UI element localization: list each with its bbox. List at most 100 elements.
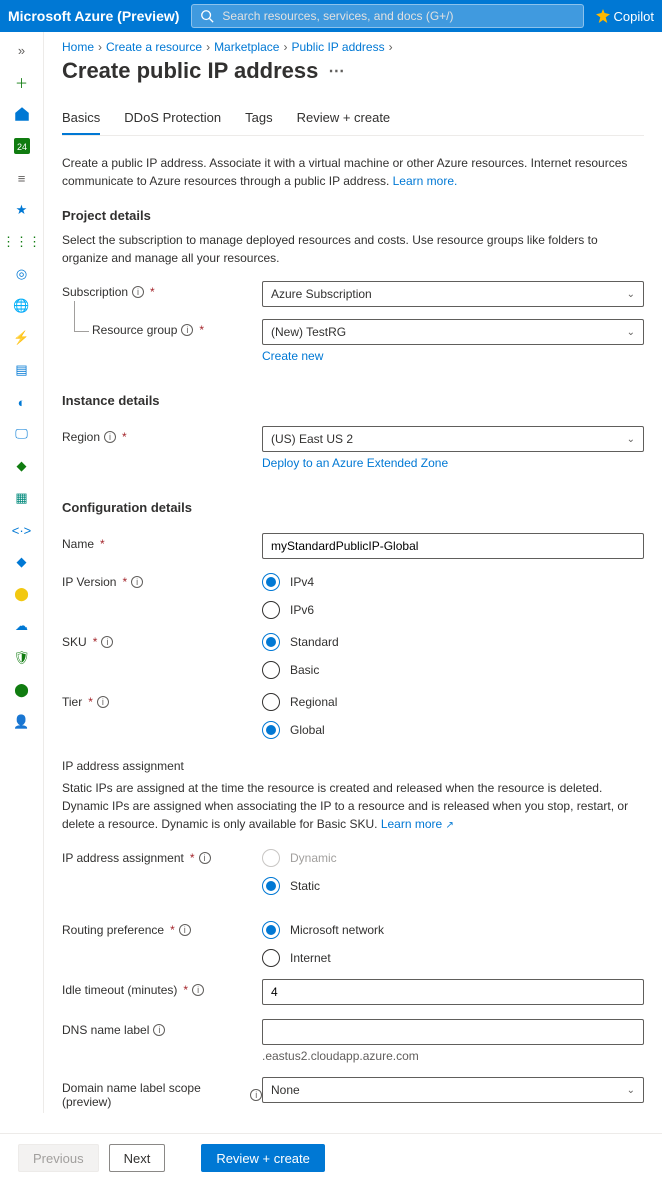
- global-search[interactable]: [191, 4, 583, 28]
- database-icon[interactable]: ◐: [10, 390, 34, 414]
- main-content: Home› Create a resource› Marketplace› Pu…: [44, 32, 662, 1113]
- crumb-publicip[interactable]: Public IP address: [291, 40, 384, 54]
- domain-scope-label: Domain name label scope (preview) i: [62, 1077, 262, 1109]
- next-button[interactable]: Next: [109, 1144, 166, 1172]
- info-icon[interactable]: i: [181, 324, 193, 336]
- star-icon[interactable]: ★: [10, 198, 34, 222]
- info-icon[interactable]: i: [131, 576, 143, 588]
- tab-review[interactable]: Review + create: [297, 102, 391, 135]
- tab-basics[interactable]: Basics: [62, 102, 100, 135]
- extended-zone-link[interactable]: Deploy to an Azure Extended Zone: [262, 456, 448, 470]
- info-icon[interactable]: i: [97, 696, 109, 708]
- chevron-down-icon: ⌄: [627, 434, 635, 445]
- info-icon[interactable]: i: [153, 1024, 165, 1036]
- radio-icon: [262, 949, 280, 967]
- routing-microsoft-option[interactable]: Microsoft network: [262, 921, 644, 939]
- name-input[interactable]: [271, 539, 635, 553]
- external-link-icon: ↗: [446, 820, 454, 831]
- apps-icon[interactable]: ⋮⋮⋮: [10, 230, 34, 254]
- idle-timeout-input[interactable]: [271, 985, 635, 999]
- info-icon[interactable]: i: [250, 1089, 262, 1101]
- sku-basic-option[interactable]: Basic: [262, 661, 644, 679]
- resource-group-label: Resource group i *: [62, 319, 262, 337]
- defender-icon[interactable]: ⬤: [10, 678, 34, 702]
- user-icon[interactable]: 👤: [10, 710, 34, 734]
- tier-regional-option[interactable]: Regional: [262, 693, 644, 711]
- topbar: Microsoft Azure (Preview) Copilot: [0, 0, 662, 32]
- chevron-down-icon: ⌄: [627, 327, 635, 338]
- crumb-home[interactable]: Home: [62, 40, 94, 54]
- info-icon[interactable]: i: [192, 984, 204, 996]
- review-create-button[interactable]: Review + create: [201, 1144, 325, 1172]
- home-icon[interactable]: [10, 102, 34, 126]
- info-icon[interactable]: i: [132, 286, 144, 298]
- target-icon[interactable]: ◎: [10, 262, 34, 286]
- list-icon[interactable]: ≡: [10, 166, 34, 190]
- crumb-marketplace[interactable]: Marketplace: [214, 40, 279, 54]
- ip-version-label: IP Version* i: [62, 571, 262, 589]
- page-title: Create public IP address ⋯: [62, 58, 644, 84]
- ip-assignment-label: IP address assignment* i: [62, 847, 262, 865]
- copilot-button[interactable]: Copilot: [596, 9, 654, 24]
- add-icon[interactable]: ＋: [10, 70, 34, 94]
- dashboard-icon[interactable]: 24: [10, 134, 34, 158]
- code-icon[interactable]: <·>: [10, 518, 34, 542]
- alert-icon[interactable]: ⬤: [10, 582, 34, 606]
- chevron-down-icon: ⌄: [627, 289, 635, 300]
- dns-label: DNS name label i: [62, 1019, 262, 1037]
- ipv6-option[interactable]: IPv6: [262, 601, 644, 619]
- sku-standard-option[interactable]: Standard: [262, 633, 644, 651]
- crumb-create[interactable]: Create a resource: [106, 40, 202, 54]
- docs-icon[interactable]: ◆: [10, 550, 34, 574]
- project-details-sub: Select the subscription to manage deploy…: [62, 231, 644, 267]
- info-icon[interactable]: i: [179, 924, 191, 936]
- more-icon[interactable]: ⋯: [328, 61, 344, 81]
- intro-text: Create a public IP address. Associate it…: [62, 154, 644, 190]
- assignment-static-option[interactable]: Static: [262, 877, 644, 895]
- dns-suffix: .eastus2.cloudapp.azure.com: [262, 1049, 644, 1063]
- create-new-rg-link[interactable]: Create new: [262, 349, 323, 363]
- radio-icon: [262, 877, 280, 895]
- search-input[interactable]: [222, 9, 574, 23]
- domain-scope-select[interactable]: None ⌄: [262, 1077, 644, 1103]
- tab-ddos[interactable]: DDoS Protection: [124, 102, 221, 135]
- wizard-footer: Previous Next Review + create: [0, 1133, 662, 1182]
- info-icon[interactable]: i: [104, 431, 116, 443]
- functions-icon[interactable]: ⚡: [10, 326, 34, 350]
- info-icon[interactable]: i: [199, 852, 211, 864]
- radio-icon: [262, 573, 280, 591]
- routing-internet-option[interactable]: Internet: [262, 949, 644, 967]
- tab-tags[interactable]: Tags: [245, 102, 272, 135]
- assignment-learn-more-link[interactable]: Learn more ↗: [381, 817, 454, 831]
- radio-icon: [262, 633, 280, 651]
- tier-label: Tier* i: [62, 691, 262, 709]
- breadcrumb: Home› Create a resource› Marketplace› Pu…: [62, 40, 644, 54]
- region-select[interactable]: (US) East US 2 ⌄: [262, 426, 644, 452]
- security-icon[interactable]: 🛡: [10, 646, 34, 670]
- sku-label: SKU* i: [62, 631, 262, 649]
- advisor-icon[interactable]: ◆: [10, 454, 34, 478]
- copilot-icon: [596, 9, 610, 23]
- monitor-icon[interactable]: 🖵: [10, 422, 34, 446]
- expand-icon[interactable]: »: [10, 38, 34, 62]
- devops-icon[interactable]: ☁: [10, 614, 34, 638]
- radio-icon: [262, 601, 280, 619]
- info-icon[interactable]: i: [101, 636, 113, 648]
- subscription-label: Subscription i *: [62, 281, 262, 299]
- tier-global-option[interactable]: Global: [262, 721, 644, 739]
- resource-group-select[interactable]: (New) TestRG ⌄: [262, 319, 644, 345]
- portal-title: Microsoft Azure (Preview): [8, 8, 179, 24]
- dns-input[interactable]: [271, 1025, 635, 1039]
- ipv4-option[interactable]: IPv4: [262, 573, 644, 591]
- assignment-dynamic-option: Dynamic: [262, 849, 644, 867]
- sql-icon[interactable]: ▤: [10, 358, 34, 382]
- ip-assignment-help: Static IPs are assigned at the time the …: [62, 779, 644, 833]
- idle-timeout-label: Idle timeout (minutes)* i: [62, 979, 262, 997]
- globe-icon[interactable]: 🌐: [10, 294, 34, 318]
- subscription-select[interactable]: Azure Subscription ⌄: [262, 281, 644, 307]
- learn-more-link[interactable]: Learn more.: [393, 174, 458, 188]
- project-details-heading: Project details: [62, 208, 644, 223]
- notebook-icon[interactable]: ▦: [10, 486, 34, 510]
- radio-icon: [262, 693, 280, 711]
- tabs: Basics DDoS Protection Tags Review + cre…: [62, 102, 644, 136]
